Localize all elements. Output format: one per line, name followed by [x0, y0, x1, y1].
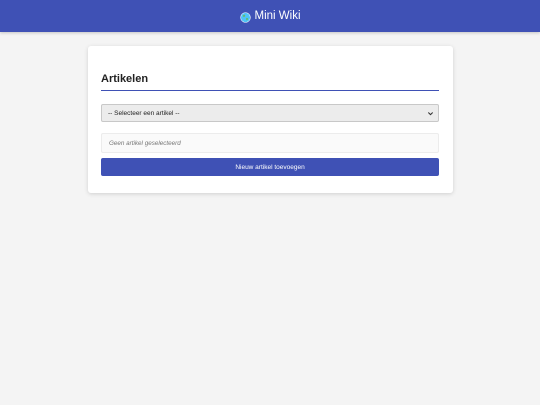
article-select-value: -- Selecteer een artikel --: [108, 109, 180, 117]
app-title: Mini Wiki: [254, 10, 301, 22]
title-divider: [101, 90, 439, 91]
chevron-down-icon: [427, 112, 434, 116]
article-select[interactable]: -- Selecteer een artikel --: [101, 104, 439, 122]
article-display-text: Geen artikel geselecteerd: [109, 139, 181, 147]
add-article-button[interactable]: Nieuw artikel toevoegen: [101, 158, 439, 176]
card-title: Artikelen: [101, 73, 149, 85]
globe-icon: [239, 11, 251, 23]
article-display: Geen artikel geselecteerd: [101, 133, 439, 153]
app-header: Mini Wiki: [0, 0, 540, 32]
articles-card: Artikelen -- Selecteer een artikel -- Ge…: [88, 46, 453, 193]
